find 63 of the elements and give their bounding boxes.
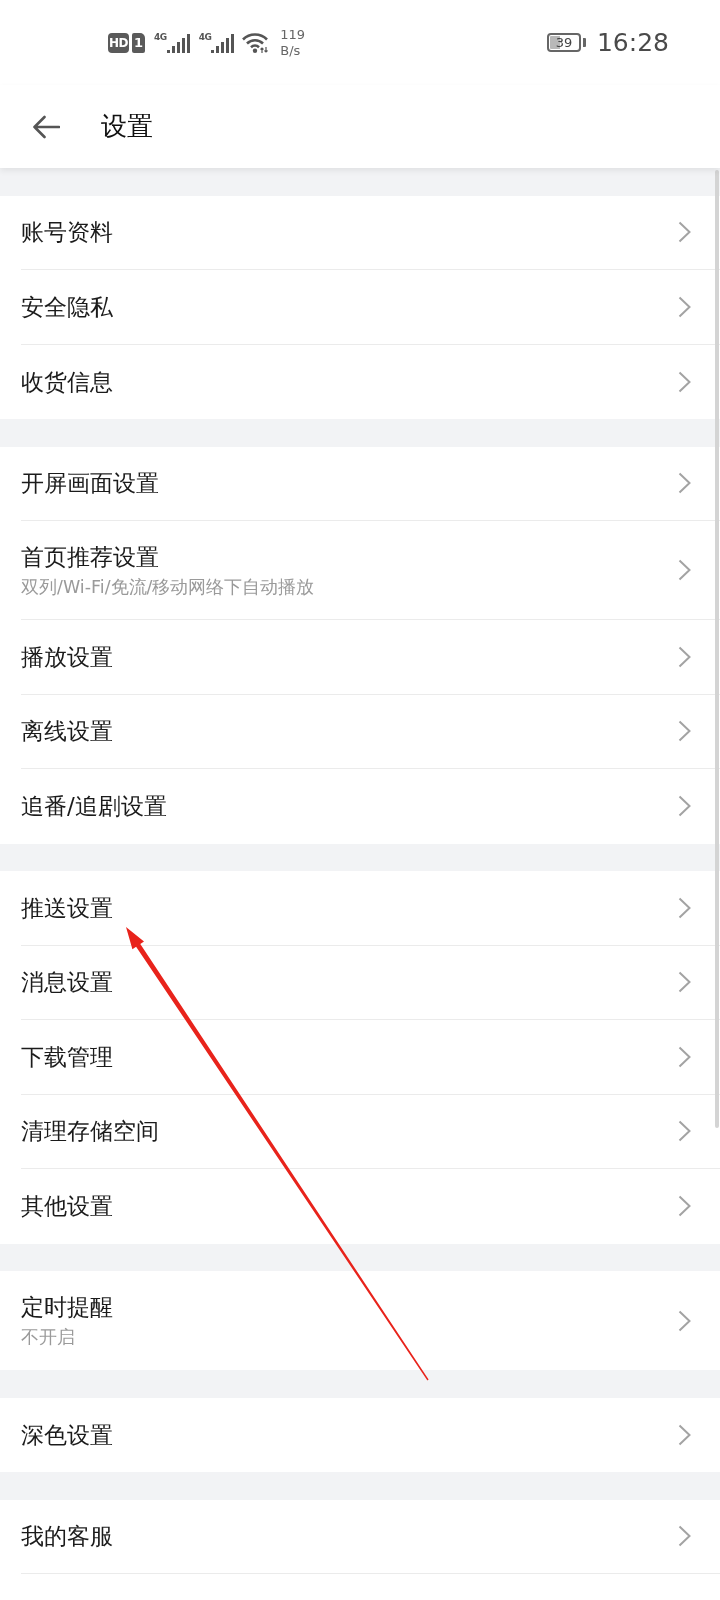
network-speed-value: 119	[280, 26, 306, 43]
row-title: 我的客服	[21, 1522, 113, 1552]
row-title: 收货信息	[21, 367, 113, 397]
network-type-label: 4G	[198, 32, 212, 42]
row-title: 安全隐私	[21, 292, 113, 322]
settings-row[interactable]: 离线设置	[0, 694, 720, 769]
settings-row[interactable]: 账号资料	[0, 195, 720, 270]
wifi-icon	[242, 32, 270, 53]
chevron-icon	[678, 370, 691, 393]
row-title: 其他设置	[21, 1192, 113, 1222]
row-subtitle: 不开启	[21, 1326, 76, 1349]
row-title: 追番/追剧设置	[21, 792, 167, 822]
settings-row[interactable]: 下载管理	[0, 1020, 720, 1095]
settings-row[interactable]: 安全隐私	[0, 270, 720, 345]
sim-indicator: 1	[132, 32, 145, 53]
page-title: 设置	[101, 110, 153, 143]
chevron-icon	[678, 1309, 691, 1332]
row-title: 下载管理	[21, 1042, 113, 1072]
row-title: 开屏画面设置	[21, 469, 159, 499]
back-arrow-icon	[32, 114, 60, 139]
row-title: 账号资料	[21, 218, 113, 248]
chevron-icon	[678, 559, 691, 581]
network-type-label: 4G	[154, 32, 167, 42]
settings-row[interactable]: 推送设置	[0, 871, 720, 946]
settings-row[interactable]: 清理存储空间	[0, 1094, 720, 1169]
settings-row[interactable]: 深色设置	[0, 1397, 720, 1472]
signal-icon	[166, 34, 191, 53]
row-title: 清理存储空间	[21, 1117, 159, 1147]
hd-indicator: HD	[108, 32, 129, 53]
chevron-icon	[678, 472, 691, 495]
row-subtitle: 双列/Wi-Fi/免流/移动网络下自动播放	[21, 575, 315, 599]
chevron-icon	[678, 645, 691, 668]
row-title: 定时提醒	[21, 1293, 113, 1322]
chevron-icon	[678, 896, 691, 919]
chevron-icon	[678, 1423, 691, 1446]
settings-row[interactable]: 定时提醒 不开启	[0, 1271, 720, 1370]
signal-icon	[211, 34, 236, 53]
row-title: 消息设置	[21, 968, 113, 998]
chevron-icon	[678, 1120, 691, 1143]
chevron-icon	[678, 720, 691, 743]
row-title: 播放设置	[21, 642, 113, 672]
row-title: 深色设置	[21, 1420, 113, 1450]
clock-time: 16:28	[596, 28, 669, 57]
chevron-icon	[678, 1195, 691, 1218]
settings-row[interactable]: 消息设置	[0, 945, 720, 1020]
settings-row[interactable]: 首页推荐设置 双列/Wi-Fi/免流/移动网络下自动播放	[0, 521, 720, 620]
settings-row[interactable]: 我的客服	[0, 1499, 720, 1574]
chevron-icon	[678, 1045, 691, 1068]
chevron-icon	[678, 1525, 691, 1548]
settings-row[interactable]: 追番/追剧设置	[0, 769, 720, 844]
chevron-icon	[678, 971, 691, 994]
chevron-icon	[678, 795, 691, 818]
settings-row[interactable]: 播放设置	[0, 620, 720, 695]
row-title: 首页推荐设置	[21, 542, 160, 572]
chevron-icon	[678, 221, 691, 244]
network-speed-unit: B/s	[280, 42, 302, 59]
row-title: 推送设置	[21, 893, 113, 923]
battery-indicator: 39	[546, 33, 586, 52]
settings-row[interactable]: 收货信息	[0, 344, 720, 419]
row-title: 离线设置	[21, 717, 113, 747]
settings-row[interactable]: 开屏画面设置	[0, 446, 720, 521]
settings-row[interactable]: 其他设置	[0, 1169, 720, 1244]
chevron-icon	[678, 295, 691, 318]
